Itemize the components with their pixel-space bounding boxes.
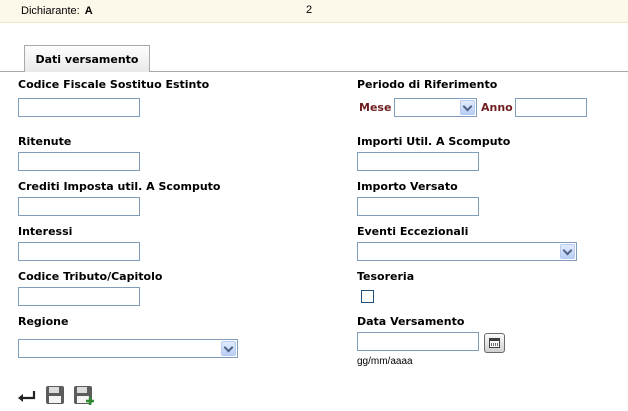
declarant-label: Dichiarante: <box>21 5 80 17</box>
chevron-down-icon <box>223 342 234 352</box>
mese-label: Mese <box>359 101 392 114</box>
tesoreria-label: Tesoreria <box>357 270 415 283</box>
regione-label: Regione <box>18 315 69 328</box>
back-button[interactable] <box>16 387 38 407</box>
declarant-value: A <box>84 5 93 17</box>
interessi-input[interactable] <box>18 242 140 261</box>
importi-util-input[interactable] <box>357 152 479 171</box>
importo-versato-input[interactable] <box>357 197 479 216</box>
save-new-button[interactable] <box>74 386 94 405</box>
calendar-icon <box>489 338 500 348</box>
codice-tributo-input[interactable] <box>18 287 140 306</box>
crediti-input[interactable] <box>18 197 140 216</box>
codice-fiscale-label: Codice Fiscale Sostituo Estinto <box>18 78 210 91</box>
save-icon <box>49 387 59 393</box>
ritenute-label: Ritenute <box>18 135 72 148</box>
tab-dati-versamento[interactable]: Dati versamento <box>24 45 150 72</box>
importi-util-label: Importi Util. A Scomputo <box>357 135 511 148</box>
declarant-bar <box>0 0 628 23</box>
data-versamento-input[interactable] <box>357 332 479 351</box>
calendar-button[interactable] <box>484 333 505 353</box>
date-format-hint: gg/mm/aaaa <box>357 356 413 367</box>
eventi-label: Eventi Eccezionali <box>357 225 469 238</box>
eventi-select[interactable] <box>357 242 577 261</box>
declarant-info: Dichiarante: A <box>21 5 93 17</box>
save-new-icon <box>77 387 87 393</box>
declarant-tail: 2 <box>306 4 313 16</box>
chevron-down-icon <box>462 101 473 111</box>
data-versamento-label: Data Versamento <box>357 315 465 328</box>
plus-icon <box>86 397 94 405</box>
interessi-label: Interessi <box>18 225 73 238</box>
regione-select[interactable] <box>18 339 238 358</box>
periodo-label: Periodo di Riferimento <box>357 78 498 91</box>
save-button[interactable] <box>46 386 64 404</box>
ritenute-input[interactable] <box>18 152 140 171</box>
mese-select[interactable] <box>394 98 477 117</box>
tesoreria-checkbox[interactable] <box>361 290 374 303</box>
regione-dropdown-button[interactable] <box>221 341 236 356</box>
eventi-dropdown-button[interactable] <box>560 244 575 259</box>
anno-input[interactable] <box>515 98 587 117</box>
codice-tributo-label: Codice Tributo/Capitolo <box>18 270 163 283</box>
crediti-label: Crediti Imposta util. A Scomputo <box>18 180 221 193</box>
codice-fiscale-input[interactable] <box>18 98 140 117</box>
anno-label: Anno <box>481 101 513 114</box>
back-arrow-icon <box>18 391 36 402</box>
importo-versato-label: Importo Versato <box>357 180 458 193</box>
mese-dropdown-button[interactable] <box>460 100 475 115</box>
chevron-down-icon <box>562 245 573 255</box>
